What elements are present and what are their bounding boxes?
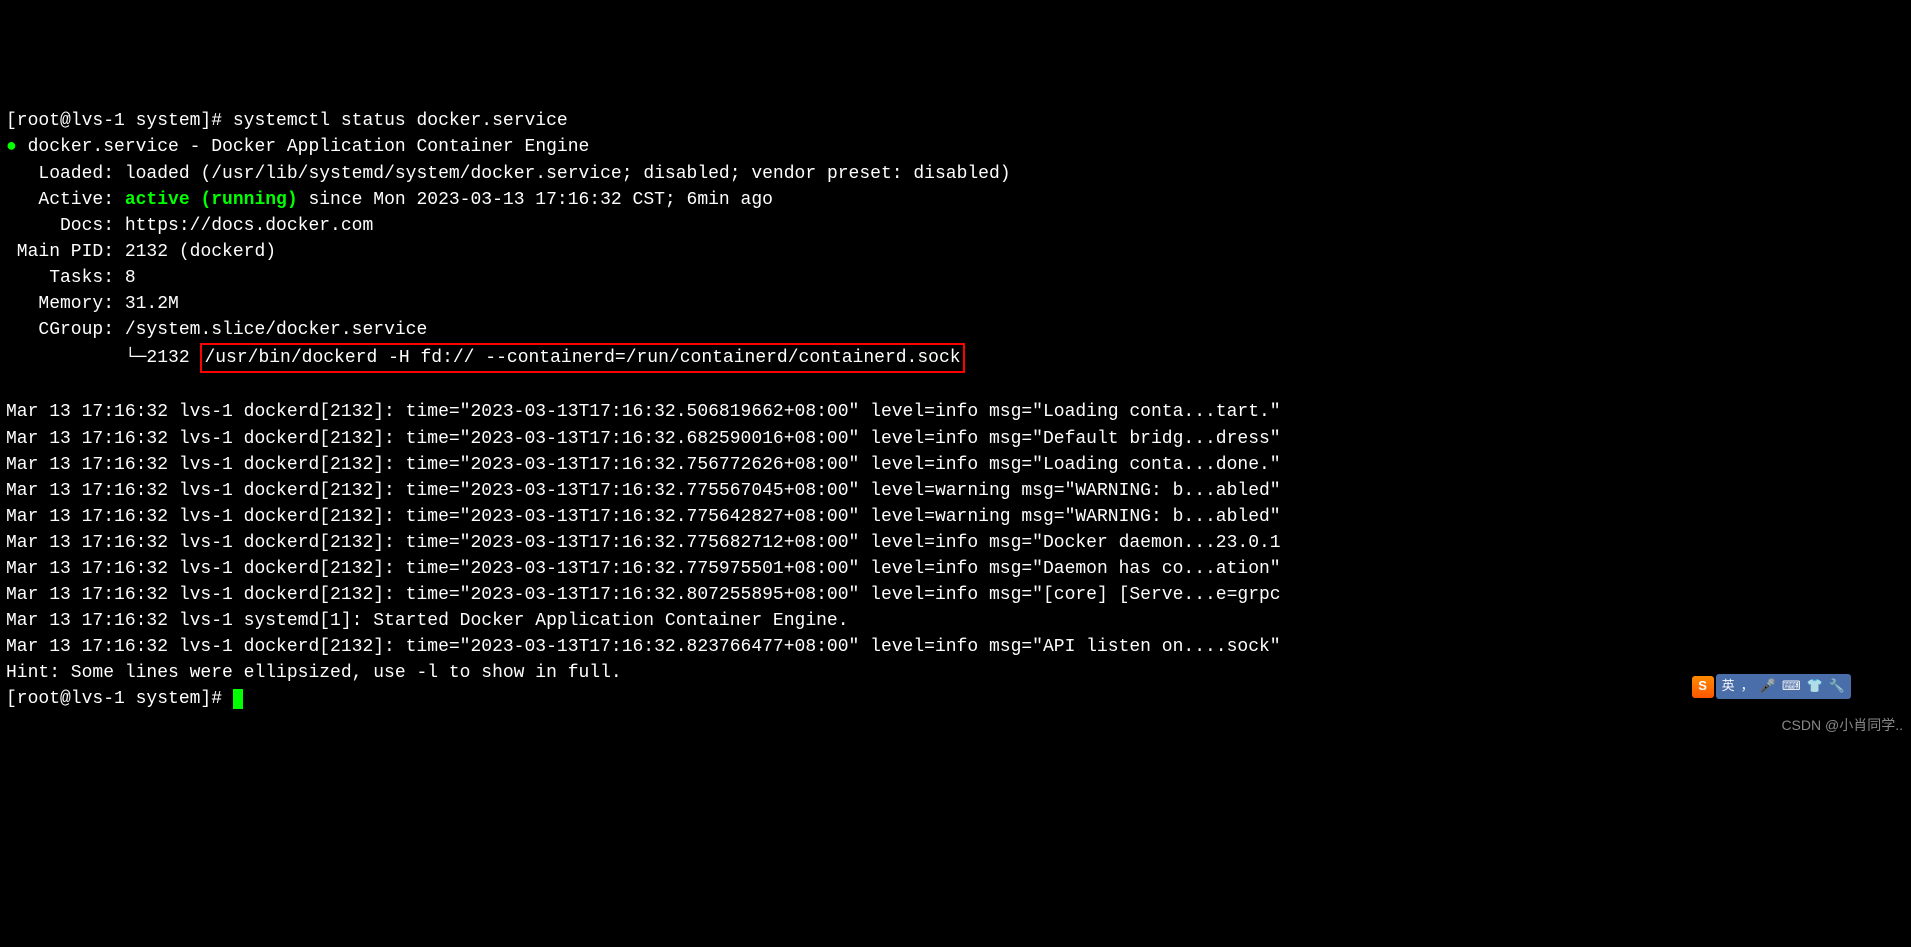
loaded-value: loaded (/usr/lib/systemd/system/docker.s… xyxy=(125,164,1011,184)
main-pid-value: 2132 (dockerd) xyxy=(125,242,276,262)
hint-line: Hint: Some lines were ellipsized, use -l… xyxy=(6,663,622,683)
cgroup-label: CGroup: xyxy=(6,320,125,340)
main-pid-label: Main PID: xyxy=(6,242,125,262)
ime-skin-icon[interactable]: 👕 xyxy=(1807,677,1823,696)
ime-toolbox-icon[interactable]: 🔧 xyxy=(1829,677,1845,696)
service-name: docker.service xyxy=(28,137,179,157)
log-line: Mar 13 17:16:32 lvs-1 dockerd[2132]: tim… xyxy=(6,429,1281,449)
log-line: Mar 13 17:16:32 lvs-1 dockerd[2132]: tim… xyxy=(6,481,1281,501)
command: systemctl status docker.service xyxy=(233,111,568,131)
active-label: Active: xyxy=(6,190,125,210)
log-line: Mar 13 17:16:32 lvs-1 dockerd[2132]: tim… xyxy=(6,585,1281,605)
ime-mic-icon[interactable]: 🎤 xyxy=(1760,677,1776,696)
log-line: Mar 13 17:16:32 lvs-1 systemd[1]: Starte… xyxy=(6,611,849,631)
loaded-label: Loaded: xyxy=(6,164,125,184)
ime-toolbar[interactable]: S 英 ， 🎤 ⌨ 👕 🔧 xyxy=(1692,674,1851,699)
docs-url: https://docs.docker.com xyxy=(125,216,373,236)
log-line: Mar 13 17:16:32 lvs-1 dockerd[2132]: tim… xyxy=(6,402,1281,422)
service-description: - Docker Application Container Engine xyxy=(179,137,589,157)
cgroup-value: /system.slice/docker.service xyxy=(125,320,427,340)
prompt: [root@lvs-1 system]# xyxy=(6,689,233,709)
watermark: CSDN @小肖同学.. xyxy=(1781,715,1903,735)
memory-value: 31.2M xyxy=(125,294,179,314)
status-bullet-icon: ● xyxy=(6,137,17,157)
docs-label: Docs: xyxy=(6,216,125,236)
log-line: Mar 13 17:16:32 lvs-1 dockerd[2132]: tim… xyxy=(6,455,1281,475)
terminal-output[interactable]: [root@lvs-1 system]# systemctl status do… xyxy=(6,108,1905,712)
active-state: active (running) xyxy=(125,190,298,210)
cursor-icon xyxy=(233,689,243,709)
active-since: since Mon 2023-03-13 17:16:32 CST; 6min … xyxy=(298,190,773,210)
tasks-value: 8 xyxy=(125,268,136,288)
process-command-highlight: /usr/bin/dockerd -H fd:// --containerd=/… xyxy=(200,343,964,373)
log-line: Mar 13 17:16:32 lvs-1 dockerd[2132]: tim… xyxy=(6,533,1281,553)
ime-mode[interactable]: 英 xyxy=(1722,677,1735,696)
prompt: [root@lvs-1 system]# xyxy=(6,111,233,131)
tasks-label: Tasks: xyxy=(6,268,125,288)
tree-prefix: └─2132 xyxy=(6,348,200,368)
log-line: Mar 13 17:16:32 lvs-1 dockerd[2132]: tim… xyxy=(6,559,1281,579)
ime-punct-icon[interactable]: ， xyxy=(1741,677,1754,696)
memory-label: Memory: xyxy=(6,294,125,314)
ime-body[interactable]: 英 ， 🎤 ⌨ 👕 🔧 xyxy=(1716,674,1851,699)
log-line: Mar 13 17:16:32 lvs-1 dockerd[2132]: tim… xyxy=(6,637,1281,657)
sogou-logo-icon[interactable]: S xyxy=(1692,676,1714,698)
ime-keyboard-icon[interactable]: ⌨ xyxy=(1782,677,1801,696)
log-line: Mar 13 17:16:32 lvs-1 dockerd[2132]: tim… xyxy=(6,507,1281,527)
